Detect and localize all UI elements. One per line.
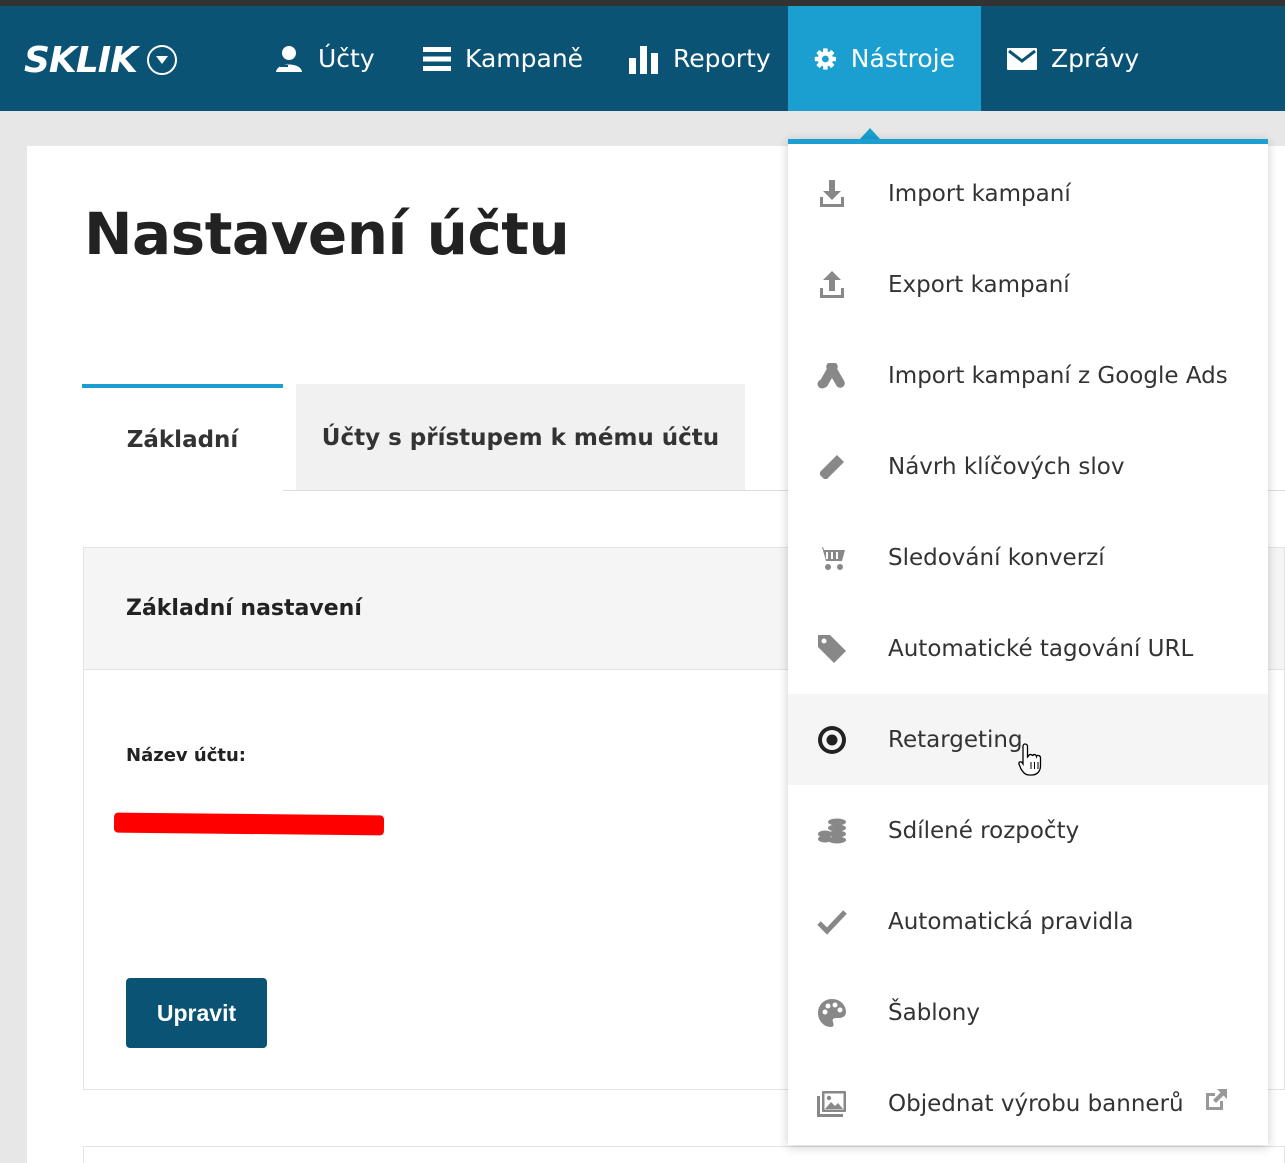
- menu-item-label: Import kampaní: [888, 180, 1071, 207]
- account-name-label: Název účtu:: [126, 745, 246, 766]
- menu-item-label: Sledování konverzí: [888, 544, 1105, 571]
- list-icon: [423, 46, 451, 71]
- cart-icon: [817, 546, 845, 570]
- nav-label: Nástroje: [850, 44, 955, 73]
- download-icon: [820, 179, 844, 207]
- menu-item-navrh-klicovych-slov[interactable]: Návrh klíčových slov: [788, 421, 1268, 512]
- image-icon: [817, 1090, 846, 1117]
- logo-text: SKLIK: [24, 39, 138, 81]
- nav-label: Reporty: [673, 44, 771, 73]
- pencil-icon: [820, 454, 844, 479]
- menu-item-label: Sdílené rozpočty: [888, 817, 1080, 844]
- nav-label: Zprávy: [1051, 44, 1140, 73]
- nav-item-ucty[interactable]: Účty: [248, 6, 401, 111]
- nav-label: Účty: [318, 44, 375, 73]
- bar-chart-icon: [629, 45, 658, 74]
- menu-item-import-kampani[interactable]: Import kampaní: [788, 148, 1268, 239]
- menu-item-label: Automatické tagování URL: [888, 635, 1194, 662]
- dropdown-caret: [860, 128, 880, 139]
- edit-button[interactable]: Upravit: [126, 978, 267, 1048]
- page-title: Nastavení účtu: [84, 200, 570, 268]
- menu-item-import-google-ads[interactable]: Import kampaní z Google Ads: [788, 330, 1268, 421]
- section-title: Základní nastavení: [126, 596, 362, 621]
- sklik-logo[interactable]: SKLIK: [24, 39, 178, 81]
- menu-item-sablony[interactable]: Šablony: [788, 967, 1268, 1058]
- envelope-icon: [1007, 47, 1037, 70]
- menu-item-label: Retargeting: [888, 726, 1023, 753]
- target-icon: [818, 725, 846, 754]
- nav-item-zpravy[interactable]: Zprávy: [981, 6, 1165, 111]
- coins-icon: [818, 818, 846, 843]
- menu-item-automaticke-tagovani-url[interactable]: Automatické tagování URL: [788, 603, 1268, 694]
- menu-item-sledovani-konverzi[interactable]: Sledování konverzí: [788, 512, 1268, 603]
- menu-item-label: Export kampaní: [888, 271, 1070, 298]
- redacted-account-name: [113, 812, 385, 836]
- account-switch-icon[interactable]: [147, 45, 178, 75]
- menu-item-label: Import kampaní z Google Ads: [888, 362, 1228, 389]
- user-icon: [276, 45, 302, 72]
- external-link-icon: [1206, 1089, 1227, 1110]
- tools-dropdown-menu: Import kampaní Export kampaní Import kam…: [788, 139, 1268, 1145]
- tab-ucty-s-pristupem[interactable]: Účty s přístupem k mému účtu: [296, 384, 745, 491]
- nav-item-kampane[interactable]: Kampaně: [397, 6, 609, 111]
- check-icon: [817, 909, 847, 935]
- menu-item-label: Automatická pravidla: [888, 908, 1134, 935]
- upload-icon: [820, 270, 844, 298]
- menu-item-export-kampani[interactable]: Export kampaní: [788, 239, 1268, 330]
- nav-item-nastroje[interactable]: Nástroje: [788, 6, 981, 111]
- menu-item-label: Šablony: [888, 999, 980, 1026]
- tag-icon: [818, 634, 846, 663]
- menu-item-label: Objednat výrobu bannerů: [888, 1090, 1184, 1117]
- hand-cursor-icon: [1018, 743, 1042, 776]
- tab-zakladni[interactable]: Základní: [82, 384, 283, 491]
- menu-item-automaticka-pravidla[interactable]: Automatická pravidla: [788, 876, 1268, 967]
- google-ads-icon: [817, 362, 845, 388]
- menu-item-label: Návrh klíčových slov: [888, 453, 1125, 480]
- palette-icon: [818, 998, 846, 1027]
- menu-item-sdilene-rozpocty[interactable]: Sdílené rozpočty: [788, 785, 1268, 876]
- nav-item-reporty[interactable]: Reporty: [603, 6, 797, 111]
- top-navbar: SKLIK Účty Kampaně Reporty Nástroje Zprá…: [0, 6, 1285, 111]
- menu-item-objednat-vyrobu-banneru[interactable]: Objednat výrobu bannerů: [788, 1058, 1268, 1149]
- nav-label: Kampaně: [465, 44, 584, 73]
- gear-icon: [814, 47, 837, 70]
